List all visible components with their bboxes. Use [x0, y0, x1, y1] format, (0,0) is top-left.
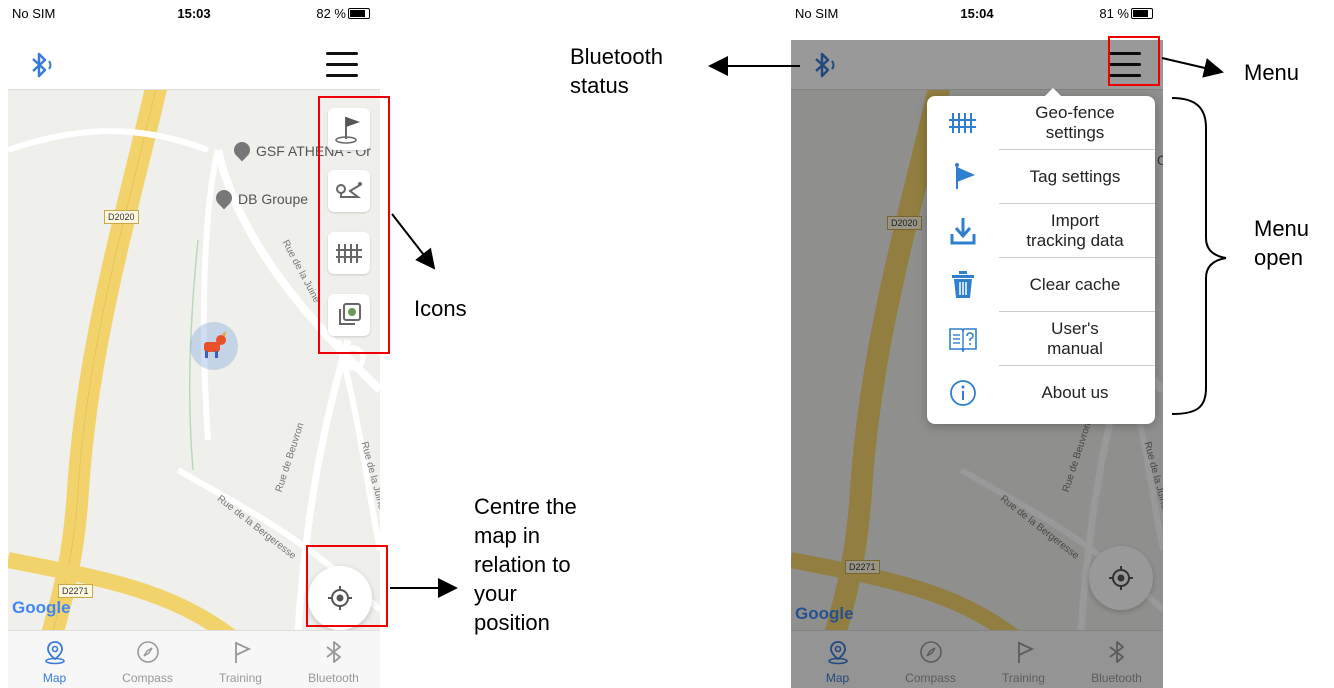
menu-arrow — [1161, 57, 1224, 78]
centre-map-callout: Centre the map in relation to your posit… — [474, 494, 577, 635]
icons-callout: Icons — [414, 296, 467, 321]
menu-open-brace — [1171, 97, 1227, 415]
bluetooth-status-callout: Bluetooth status — [570, 44, 663, 98]
icons-arrow — [391, 213, 436, 270]
annotation-arrows — [390, 56, 1227, 598]
menu-open-callout: Menu open — [1254, 216, 1310, 270]
menu-callout: Menu — [1244, 60, 1300, 85]
